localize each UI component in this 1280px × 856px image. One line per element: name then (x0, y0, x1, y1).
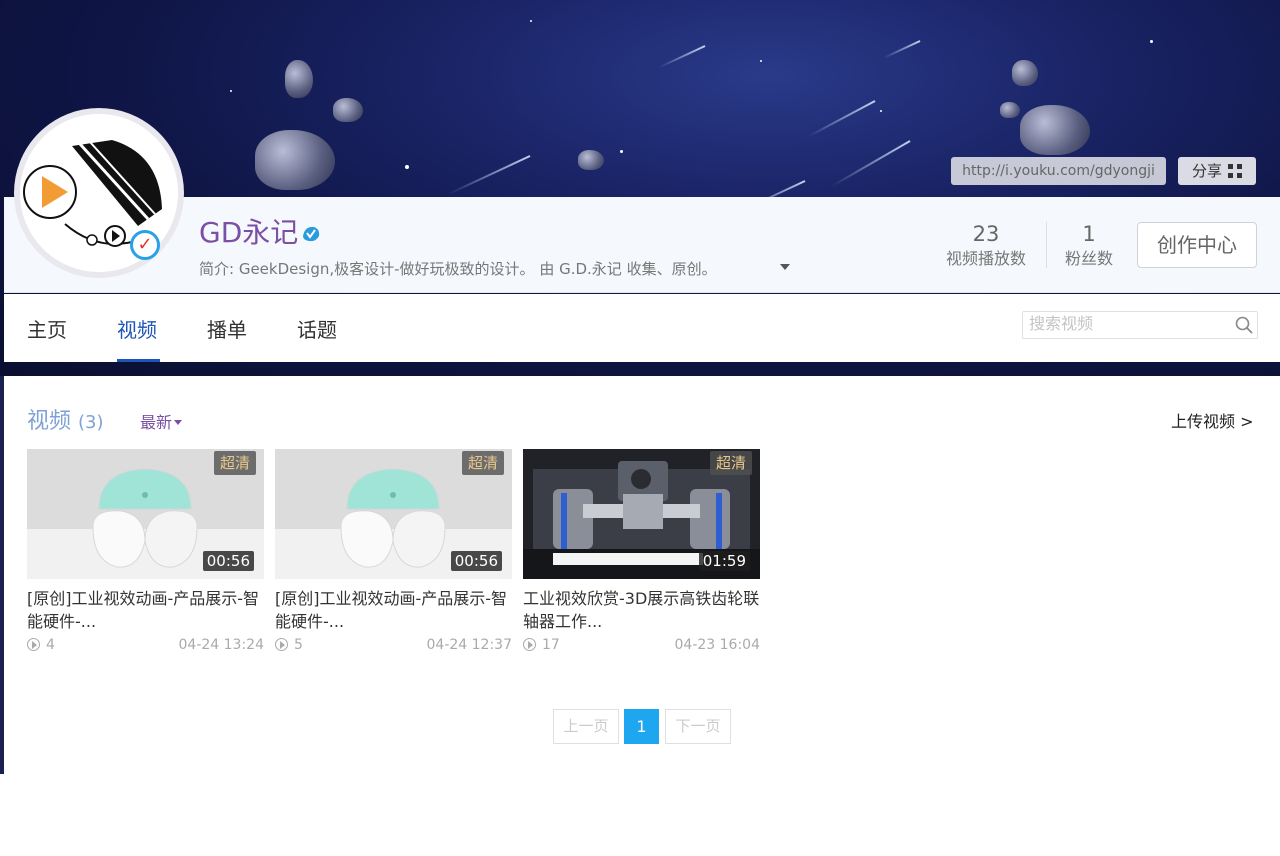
video-duration: 01:59 (698, 551, 750, 571)
current-page[interactable]: 1 (624, 709, 659, 744)
channel-name[interactable]: GD永记 (199, 211, 298, 251)
upload-video-link[interactable]: 上传视频 > (1171, 408, 1254, 432)
stat-divider (1046, 222, 1047, 268)
video-title[interactable]: [原创]工业视效动画-产品展示-智能硬件-... (275, 587, 512, 633)
stat-fans[interactable]: 1 粉丝数 (1060, 220, 1118, 270)
video-card[interactable]: 超清 01:59 工业视效欣赏-3D展示高铁齿轮联轴器工作... 17 04-2… (523, 449, 760, 655)
play-count: 4 (27, 637, 55, 653)
video-meta: 5 04-24 12:37 (275, 637, 512, 655)
hd-badge: 超清 (710, 451, 752, 475)
video-card[interactable]: 超清 00:56 [原创]工业视效动画-产品展示-智能硬件-... 5 04-2… (275, 449, 512, 655)
creator-center-button[interactable]: 创作中心 (1137, 222, 1257, 268)
sort-label: 最新 (140, 413, 173, 432)
prev-page-button[interactable]: 上一页 (553, 709, 619, 744)
avatar[interactable] (14, 108, 184, 278)
play-count-icon (27, 638, 40, 651)
play-count-value: 5 (294, 637, 303, 653)
section-title-text: 视频 (27, 409, 72, 434)
video-duration: 00:56 (202, 551, 254, 571)
hd-badge: 超清 (214, 451, 256, 475)
profile-url[interactable]: http://i.youku.com/gdyongji (951, 157, 1166, 185)
search-icon[interactable] (1235, 316, 1253, 334)
video-title[interactable]: 工业视效欣赏-3D展示高铁齿轮联轴器工作... (523, 587, 760, 633)
play-count: 5 (275, 637, 303, 653)
stat-label: 粉丝数 (1064, 249, 1113, 268)
search-input[interactable] (1023, 312, 1223, 338)
video-title[interactable]: [原创]工业视效动画-产品展示-智能硬件-... (27, 587, 264, 633)
qr-code-icon (1228, 164, 1242, 178)
expand-intro-icon[interactable] (780, 264, 790, 270)
video-meta: 4 04-24 13:24 (27, 637, 264, 655)
video-duration: 00:56 (450, 551, 502, 571)
tab-videos[interactable]: 视频 (117, 314, 157, 343)
tab-home[interactable]: 主页 (27, 314, 67, 343)
verified-badge-icon: ✓ (130, 230, 160, 260)
section-count: (3) (78, 412, 104, 433)
upload-date: 04-23 16:04 (674, 637, 760, 653)
active-tab-indicator (117, 359, 160, 362)
share-button[interactable]: 分享 (1178, 157, 1256, 185)
play-count-icon (523, 638, 536, 651)
video-thumbnail[interactable]: 超清 01:59 (523, 449, 760, 579)
play-count: 17 (523, 637, 560, 653)
channel-page: http://i.youku.com/gdyongji 分享 ✓ GD永记 简介… (0, 0, 1280, 856)
channel-intro: 简介: GeekDesign,极客设计-做好玩极致的设计。 由 G.D.永记 收… (199, 260, 717, 278)
upload-date: 04-24 13:24 (178, 637, 264, 653)
video-search (1022, 311, 1258, 339)
channel-tabs: 主页 视频 播单 话题 (4, 294, 1280, 362)
stat-value: 23 (972, 222, 1000, 246)
chevron-down-icon (174, 420, 183, 425)
share-label: 分享 (1191, 162, 1222, 180)
vip-badge-icon (303, 226, 320, 242)
tab-topics[interactable]: 话题 (297, 314, 337, 343)
play-count-icon (275, 638, 288, 651)
hd-badge: 超清 (462, 451, 504, 475)
stat-label: 视频播放数 (945, 249, 1026, 268)
tab-playlists[interactable]: 播单 (207, 314, 247, 343)
play-count-value: 4 (46, 637, 55, 653)
upload-date: 04-24 12:37 (426, 637, 512, 653)
stat-value: 1 (1082, 222, 1096, 246)
video-card[interactable]: 超清 00:56 [原创]工业视效动画-产品展示-智能硬件-... 4 04-2… (27, 449, 264, 655)
stat-video-plays: 23 视频播放数 (944, 220, 1028, 270)
section-title: 视频 (3) (27, 403, 104, 435)
video-thumbnail[interactable]: 超清 00:56 (27, 449, 264, 579)
video-meta: 17 04-23 16:04 (523, 637, 760, 655)
sort-dropdown[interactable]: 最新 (140, 409, 183, 433)
play-count-value: 17 (542, 637, 560, 653)
next-page-button[interactable]: 下一页 (665, 709, 731, 744)
video-thumbnail[interactable]: 超清 00:56 (275, 449, 512, 579)
